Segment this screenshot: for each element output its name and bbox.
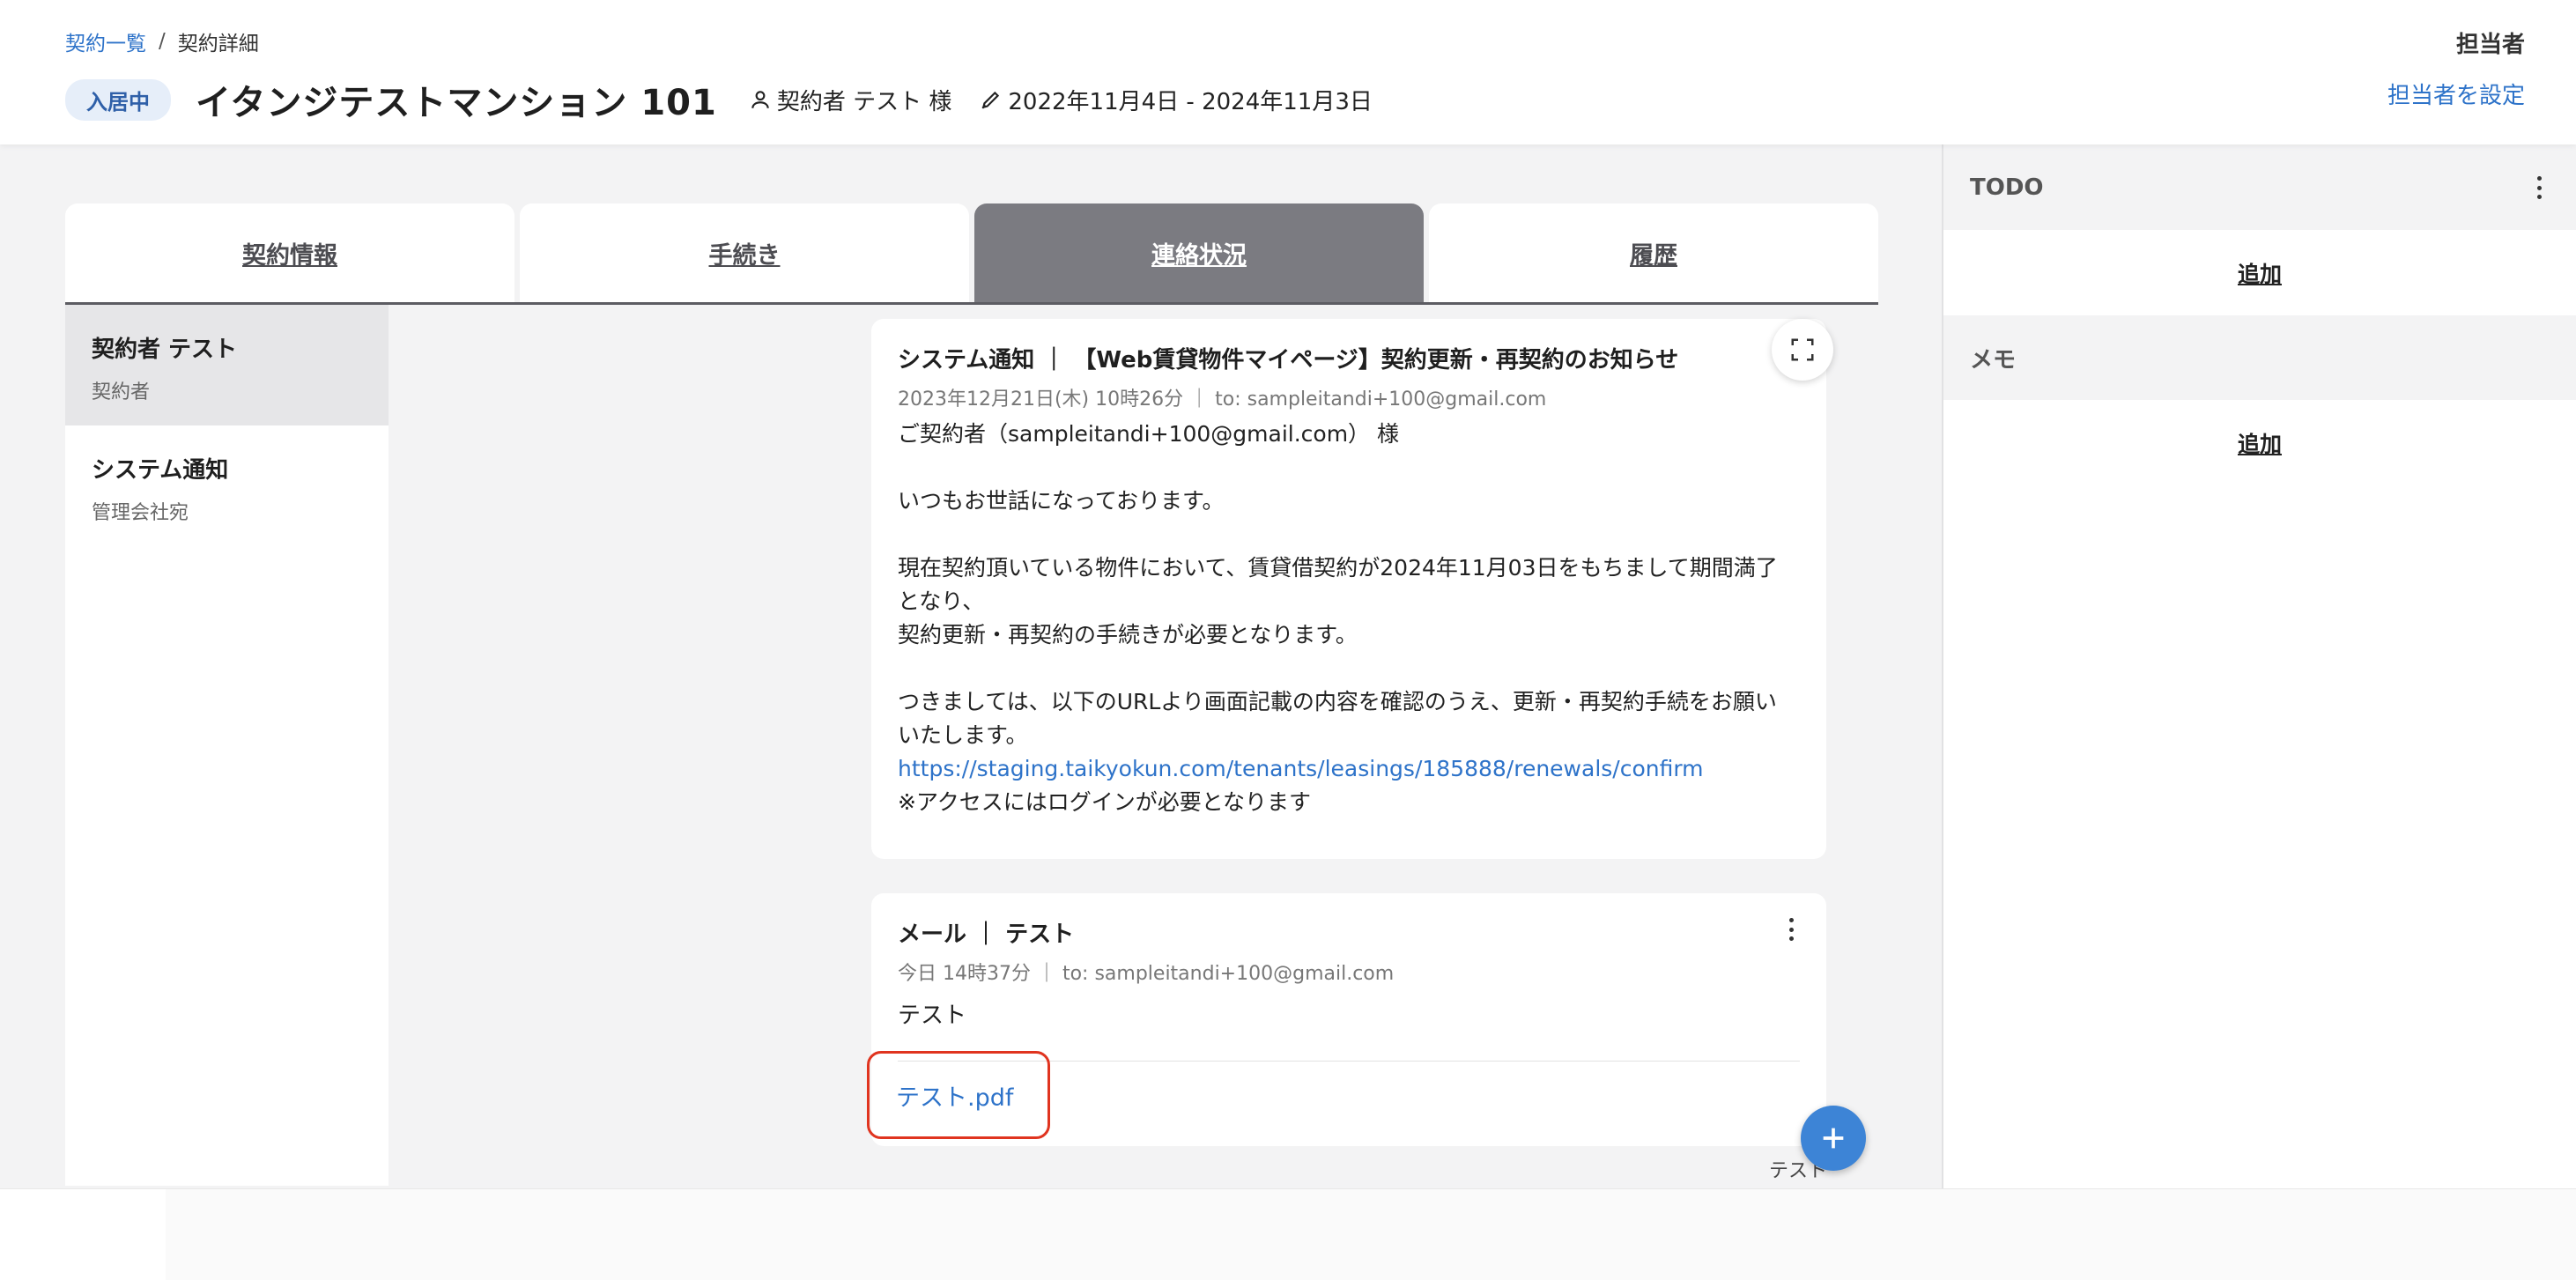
message-subject: メール ｜ テスト <box>898 921 1075 948</box>
tab-history[interactable]: 履歴 <box>1429 203 1878 302</box>
plus-icon <box>1823 1128 1844 1149</box>
todo-add-button[interactable]: 追加 <box>1943 230 2576 315</box>
todo-header: TODO <box>1943 144 2576 230</box>
message-line: いつもお世話になっております。 <box>898 488 1225 514</box>
tab-contract-info[interactable]: 契約情報 <box>65 203 514 302</box>
breadcrumb-contract-list-link[interactable]: 契約一覧 <box>65 26 146 56</box>
todo-title: TODO <box>1970 174 2044 201</box>
memo-header: メモ <box>1943 315 2576 400</box>
thread-name: 契約者 テスト <box>92 337 238 363</box>
tab-procedures[interactable]: 手続き <box>520 203 969 302</box>
set-assignee-link[interactable]: 担当者を設定 <box>2387 78 2525 110</box>
title-row: 入居中 イタンジテストマンション 101 契約者 テスト 様 2022年11月4… <box>65 74 1373 125</box>
pen-icon <box>981 91 1000 109</box>
contractor-info: 契約者 テスト 様 <box>749 84 952 116</box>
renewal-url-link[interactable]: https://staging.taikyokun.com/tenants/le… <box>898 756 1704 781</box>
thread-list: 契約者 テスト 契約者 システム通知 管理会社宛 <box>65 305 389 1186</box>
breadcrumb: 契約一覧 / 契約詳細 <box>65 26 259 56</box>
thread-name: システム通知 <box>92 457 229 484</box>
message-line: 現在契約頂いている物件において、賃貸借契約が2024年11月03日をもちまして期… <box>898 555 1778 614</box>
add-message-button[interactable] <box>1801 1106 1866 1171</box>
expand-button[interactable] <box>1772 319 1833 381</box>
message-subject: システム通知 ｜ 【Web賃貸物件マイページ】契約更新・再契約のお知らせ <box>898 347 1679 374</box>
message-greeting: ご契約者（sampleitandi+100@gmail.com） 様 <box>898 421 1400 447</box>
todo-options-icon[interactable] <box>2530 174 2548 201</box>
memo-add-button[interactable]: 追加 <box>1943 400 2576 485</box>
bottom-area <box>0 1188 2576 1280</box>
bottom-corner <box>0 1189 166 1280</box>
tab-bar: 契約情報 手続き 連絡状況 履歴 <box>65 203 1878 305</box>
message-meta: 2023年12月21日(木) 10時26分 ｜ to: sampleitandi… <box>898 388 1547 411</box>
status-badge: 入居中 <box>65 78 171 121</box>
more-options-icon[interactable] <box>1782 916 1800 943</box>
thread-item-system[interactable]: システム通知 管理会社宛 <box>65 425 389 546</box>
message-meta: 今日 14時37分 ｜ to: sampleitandi+100@gmail.c… <box>898 963 1395 985</box>
fullscreen-icon <box>1791 338 1814 361</box>
breadcrumb-current: 契約詳細 <box>177 33 259 55</box>
contract-period: 2022年11月4日 - 2024年11月3日 <box>980 84 1373 116</box>
message-line: 契約更新・再契約の手続きが必要となります。 <box>898 622 1358 647</box>
message-card-system: システム通知 ｜ 【Web賃貸物件マイページ】契約更新・再契約のお知らせ 202… <box>871 319 1833 859</box>
attachment-link[interactable]: テスト.pdf <box>867 1051 1050 1139</box>
page-title: イタンジテストマンション 101 <box>196 83 717 123</box>
message-card-mail: メール ｜ テスト 今日 14時37分 ｜ to: sampleitandi+1… <box>867 893 1826 1146</box>
message-line: つきましては、以下のURLより画面記載の内容を確認のうえ、更新・再契約手続をお願… <box>898 689 1777 748</box>
message-note: ※アクセスにはログインが必要となります <box>898 789 1311 815</box>
contractor-name: 契約者 テスト 様 <box>776 88 952 115</box>
message-body: ご契約者（sampleitandi+100@gmail.com） 様 いつもお世… <box>898 418 1788 819</box>
message-body: テスト <box>898 1003 967 1029</box>
page-header: 契約一覧 / 契約詳細 入居中 イタンジテストマンション 101 契約者 テスト… <box>0 0 2576 144</box>
thread-role: 管理会社宛 <box>92 502 189 524</box>
memo-title: メモ <box>1970 346 2017 374</box>
person-icon <box>751 91 769 108</box>
tab-communication[interactable]: 連絡状況 <box>974 203 1424 302</box>
assignee-label: 担当者 <box>2455 32 2525 58</box>
contract-period-text: 2022年11月4日 - 2024年11月3日 <box>1008 88 1373 115</box>
thread-item-contractor[interactable]: 契約者 テスト 契約者 <box>65 305 389 425</box>
breadcrumb-separator: / <box>159 30 166 53</box>
thread-role: 契約者 <box>92 381 151 403</box>
side-panel: TODO 追加 メモ 追加 <box>1942 144 2576 1188</box>
